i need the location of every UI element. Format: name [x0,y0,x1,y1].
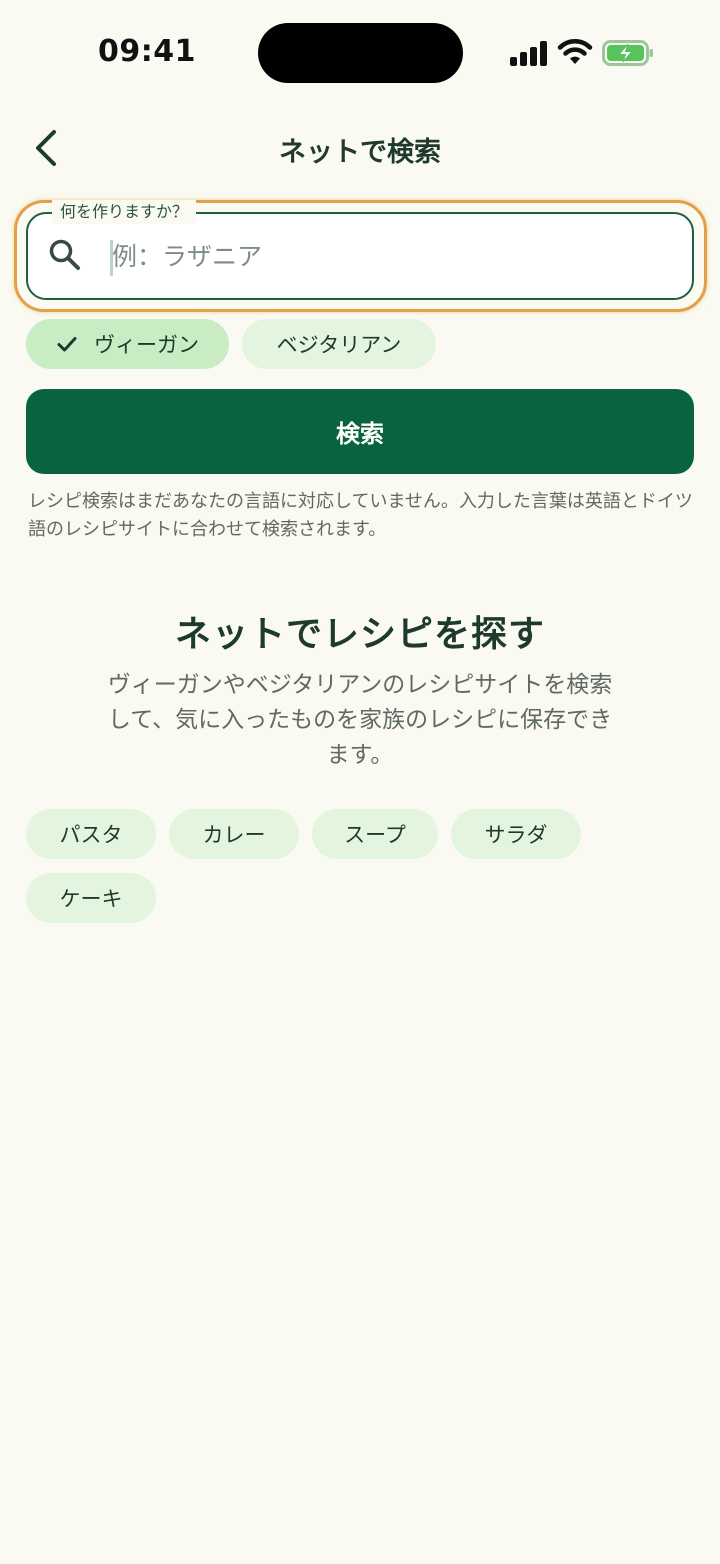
filter-chip-vegetarian[interactable]: ベジタリアン [242,319,436,369]
filter-chip-label: ヴィーガン [94,333,199,357]
dynamic-island [258,23,463,83]
language-notice: レシピ検索はまだあなたの言語に対応していません。入力した言葉は英語とドイツ語のレ… [28,491,693,540]
search-button-label: 検索 [336,420,384,448]
wifi-icon [557,39,593,64]
filter-chip-vegan[interactable]: ヴィーガン [26,319,229,369]
battery-charging-icon [602,40,653,66]
discover-description: ヴィーガンやベジタリアンのレシピサイトを検索して、気に入ったものを家族のレシピに… [107,672,613,768]
search-button[interactable]: 検索 [26,389,694,474]
page-title: ネットで検索 [279,137,441,168]
suggestion-chip-curry[interactable]: カレー [169,809,299,859]
search-field-label: 何を作りますか？ [52,200,197,224]
suggestion-chip-label: ケーキ [59,887,123,911]
search-icon [49,239,80,270]
status-time: 09:41 [98,34,196,69]
suggestion-chip-soup[interactable]: スープ [312,809,438,859]
suggestion-chip-cake[interactable]: ケーキ [26,873,156,923]
filter-chip-label: ベジタリアン [276,333,402,357]
suggestion-chip-pasta[interactable]: パスタ [26,809,156,859]
discover-title: ネットでレシピを探す [174,614,545,655]
check-icon [57,337,77,352]
suggestion-chip-label: サラダ [484,823,548,847]
suggestion-chip-label: パスタ [59,823,123,847]
suggestion-chip-label: スープ [344,823,406,847]
search-input[interactable] [112,234,672,278]
suggestion-chip-label: カレー [202,823,266,847]
signal-icon [510,40,548,66]
status-bar: 09:41 [0,0,720,110]
suggestion-chip-salad[interactable]: サラダ [451,809,581,859]
